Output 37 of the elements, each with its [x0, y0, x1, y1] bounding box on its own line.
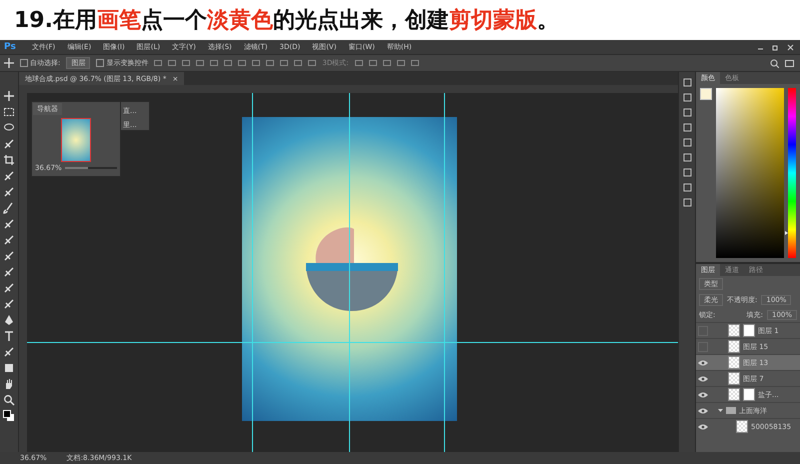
navigator-preview	[61, 118, 91, 162]
eye-icon[interactable]	[698, 406, 708, 416]
hand-tool-icon[interactable]	[3, 378, 15, 390]
eye-icon[interactable]	[698, 390, 708, 400]
text-tool-icon[interactable]	[3, 330, 15, 342]
pen-tool-icon[interactable]	[3, 314, 15, 326]
layer-mask-thumbnail	[743, 388, 755, 401]
tutorial-step-title: 19.在用画笔点一个淡黄色的光点出来，创建剪切蒙版。	[13, 7, 560, 35]
foreground-swatch[interactable]	[700, 88, 712, 100]
hue-slider[interactable]	[788, 88, 796, 258]
eye-icon[interactable]	[698, 358, 708, 368]
eye-icon[interactable]	[698, 422, 708, 432]
folder-icon	[726, 407, 736, 414]
search-icon[interactable]	[770, 58, 779, 68]
crop-tool-icon[interactable]	[3, 154, 15, 166]
layer-thumbnail	[728, 388, 740, 401]
layer-thumbnail	[728, 356, 740, 369]
layer-thumbnail	[728, 372, 740, 385]
color-swatches-icon[interactable]	[3, 410, 15, 422]
zoom-tool-icon[interactable]	[3, 394, 15, 406]
color-picker-field[interactable]	[716, 88, 784, 258]
close-icon[interactable]	[787, 44, 794, 50]
shape-tool-icon[interactable]	[3, 362, 15, 374]
eye-icon[interactable]	[698, 374, 708, 384]
app-logo[interactable]: Ps	[4, 42, 16, 52]
restore-icon[interactable]	[772, 44, 779, 50]
move-tool-icon[interactable]	[3, 90, 15, 102]
marquee-tool-icon[interactable]	[3, 106, 15, 118]
brush-tool-icon[interactable]	[3, 202, 15, 214]
move-icon[interactable]	[4, 58, 14, 68]
workspace-icon[interactable]	[785, 58, 794, 68]
layer-thumbnail	[728, 324, 740, 337]
expand-arrow-icon[interactable]	[718, 408, 723, 413]
layer-thumbnail	[736, 420, 748, 433]
hue-slider-thumb[interactable]	[785, 230, 788, 234]
layer-thumbnail	[728, 340, 740, 353]
layer-mask-thumbnail	[743, 324, 755, 337]
